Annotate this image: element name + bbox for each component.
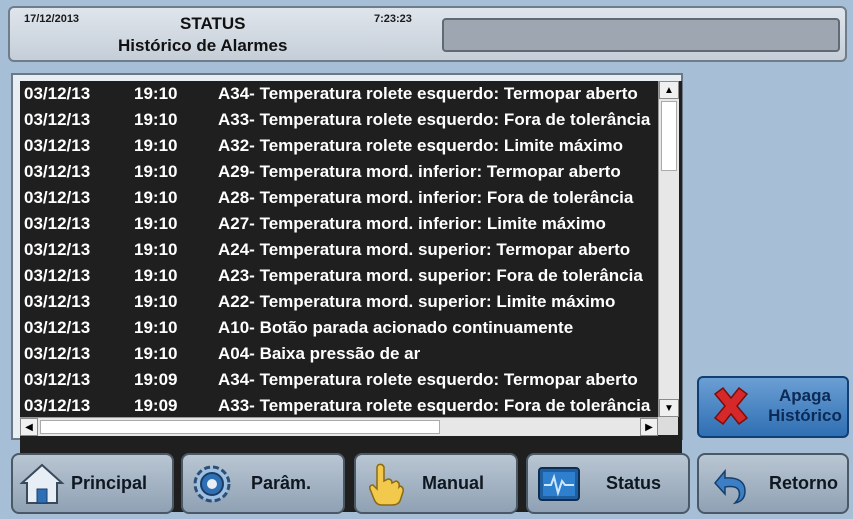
vertical-scroll-thumb[interactable] <box>661 101 677 171</box>
alarm-row[interactable]: 03/12/13 19:10 A04- Baixa pressão de ar <box>20 341 651 367</box>
alarm-row[interactable]: 03/12/13 19:10 A34- Temperatura rolete esq… <box>20 81 651 107</box>
clear-history-label-1: Apaga <box>779 386 831 405</box>
clear-history-label-2: Histórico <box>768 406 842 425</box>
scroll-left-icon[interactable]: ◀ <box>20 418 38 436</box>
page-title: STATUS <box>180 14 246 33</box>
alarm-date: 03/12/13 <box>24 162 91 181</box>
alarm-message: A27- Temperatura mord. inferior: Limite … <box>218 214 606 233</box>
gear-icon <box>193 465 231 503</box>
alarm-message: A33- Temperatura rolete esquerdo: Fora d… <box>218 396 651 415</box>
nav-retorno-button[interactable]: Retorno <box>697 453 849 514</box>
alarm-list-frame: 03/12/13 19:10 A34- Temperatura rolete esq… <box>11 73 683 512</box>
nav-retorno-label: Retorno <box>769 473 838 493</box>
nav-status-label: Status <box>606 473 662 493</box>
alarm-date: 03/12/13 <box>24 266 91 285</box>
alarm-date: 03/12/13 <box>24 292 91 311</box>
page-subtitle: Histórico de Alarmes <box>118 36 288 55</box>
monitor-icon <box>538 467 580 501</box>
scroll-down-icon[interactable]: ▼ <box>659 399 679 417</box>
alarm-time: 19:10 <box>134 214 178 233</box>
alarm-time: 19:10 <box>134 292 178 311</box>
alarm-time: 19:09 <box>134 370 178 389</box>
alarm-time: 19:10 <box>134 136 178 155</box>
hand-icon <box>369 463 404 506</box>
alarm-message: A29- Temperatura mord. inferior: Termopa… <box>218 162 621 181</box>
alarm-row[interactable]: 03/12/13 19:10 A29- Temperatura mord. infe… <box>20 159 651 185</box>
home-icon <box>19 463 65 504</box>
alarm-row[interactable]: 03/12/13 19:10 A22- Temperatura mord. supe… <box>20 289 651 315</box>
alarm-row[interactable]: 03/12/13 19:09 A33- Temperatura rolete esq… <box>20 393 651 417</box>
alarm-date: 03/12/13 <box>24 318 91 337</box>
scroll-up-icon[interactable]: ▲ <box>659 81 679 99</box>
alarm-date: 03/12/13 <box>24 188 91 207</box>
alarm-message: A28- Temperatura mord. inferior: Fora de… <box>218 188 634 207</box>
alarm-time: 19:10 <box>134 240 178 259</box>
alarm-message: A33- Temperatura rolete esquerdo: Fora d… <box>218 110 651 129</box>
alarm-row[interactable]: 03/12/13 19:10 A23- Temperatura mord. supe… <box>20 263 651 289</box>
alarm-row[interactable]: 03/12/13 19:10 A33- Temperatura rolete esq… <box>20 107 651 133</box>
red-x-icon <box>713 386 749 426</box>
horizontal-scrollbar[interactable]: ◀ ▶ <box>20 417 658 436</box>
vertical-scrollbar[interactable]: ▲ ▼ <box>658 81 679 417</box>
alarm-message: A22- Temperatura mord. superior: Limite … <box>218 292 616 311</box>
nav-manual-button[interactable]: Manual <box>354 453 518 514</box>
alarm-time: 19:10 <box>134 344 178 363</box>
alarm-time: 19:10 <box>134 110 178 129</box>
alarm-time: 19:10 <box>134 84 178 103</box>
alarm-time: 19:10 <box>134 188 178 207</box>
current-date: 17/12/2013 <box>24 13 80 25</box>
alarm-message: A34- Temperatura rolete esquerdo: Termop… <box>218 84 638 103</box>
nav-param-button[interactable]: Parâm. <box>181 453 345 514</box>
scroll-corner <box>658 417 678 435</box>
nav-principal-button[interactable]: Principal <box>11 453 174 514</box>
alarm-row[interactable]: 03/12/13 19:10 A32- Temperatura rolete esq… <box>20 133 651 159</box>
alarm-message: A32- Temperatura rolete esquerdo: Limite… <box>218 136 623 155</box>
message-display <box>442 18 840 52</box>
header-bar: 17/12/2013 STATUS Histórico de Alarmes 7… <box>8 6 847 62</box>
alarm-message: A04- Baixa pressão de ar <box>218 344 421 363</box>
alarm-date: 03/12/13 <box>24 396 91 415</box>
alarm-rows: 03/12/13 19:10 A34- Temperatura rolete esq… <box>20 81 651 417</box>
nav-manual-label: Manual <box>422 473 485 493</box>
current-time: 7:23:23 <box>374 13 412 25</box>
alarm-date: 03/12/13 <box>24 110 91 129</box>
horizontal-scroll-thumb[interactable] <box>40 420 440 434</box>
alarm-message: A34- Temperatura rolete esquerdo: Termop… <box>218 370 638 389</box>
alarm-row[interactable]: 03/12/13 19:10 A24- Temperatura mord. supe… <box>20 237 651 263</box>
alarm-row[interactable]: 03/12/13 19:09 A34- Temperatura rolete esq… <box>20 367 651 393</box>
alarm-message: A23- Temperatura mord. superior: Fora de… <box>218 266 643 285</box>
nav-status-button[interactable]: Status <box>526 453 690 514</box>
alarm-date: 03/12/13 <box>24 214 91 233</box>
clear-history-button[interactable]: Apaga Histórico <box>697 376 849 438</box>
alarm-time: 19:10 <box>134 318 178 337</box>
alarm-message: A10- Botão parada acionado continuamente <box>218 318 574 337</box>
nav-principal-label: Principal <box>71 473 148 493</box>
scroll-right-icon[interactable]: ▶ <box>640 418 658 436</box>
alarm-message: A24- Temperatura mord. superior: Termopa… <box>218 240 631 259</box>
alarm-list[interactable]: 03/12/13 19:10 A34- Temperatura rolete esq… <box>20 81 682 512</box>
alarm-row[interactable]: 03/12/13 19:10 A28- Temperatura mord. infe… <box>20 185 651 211</box>
alarm-row[interactable]: 03/12/13 19:10 A27- Temperatura mord. infe… <box>20 211 651 237</box>
alarm-time: 19:10 <box>134 266 178 285</box>
alarm-date: 03/12/13 <box>24 370 91 389</box>
alarm-time: 19:09 <box>134 396 178 415</box>
return-arrow-icon <box>714 468 746 505</box>
nav-param-label: Parâm. <box>251 473 312 493</box>
alarm-date: 03/12/13 <box>24 84 91 103</box>
alarm-date: 03/12/13 <box>24 136 91 155</box>
alarm-row[interactable]: 03/12/13 19:10 A10- Botão parada acionado … <box>20 315 651 341</box>
alarm-date: 03/12/13 <box>24 344 91 363</box>
alarm-time: 19:10 <box>134 162 178 181</box>
alarm-date: 03/12/13 <box>24 240 91 259</box>
